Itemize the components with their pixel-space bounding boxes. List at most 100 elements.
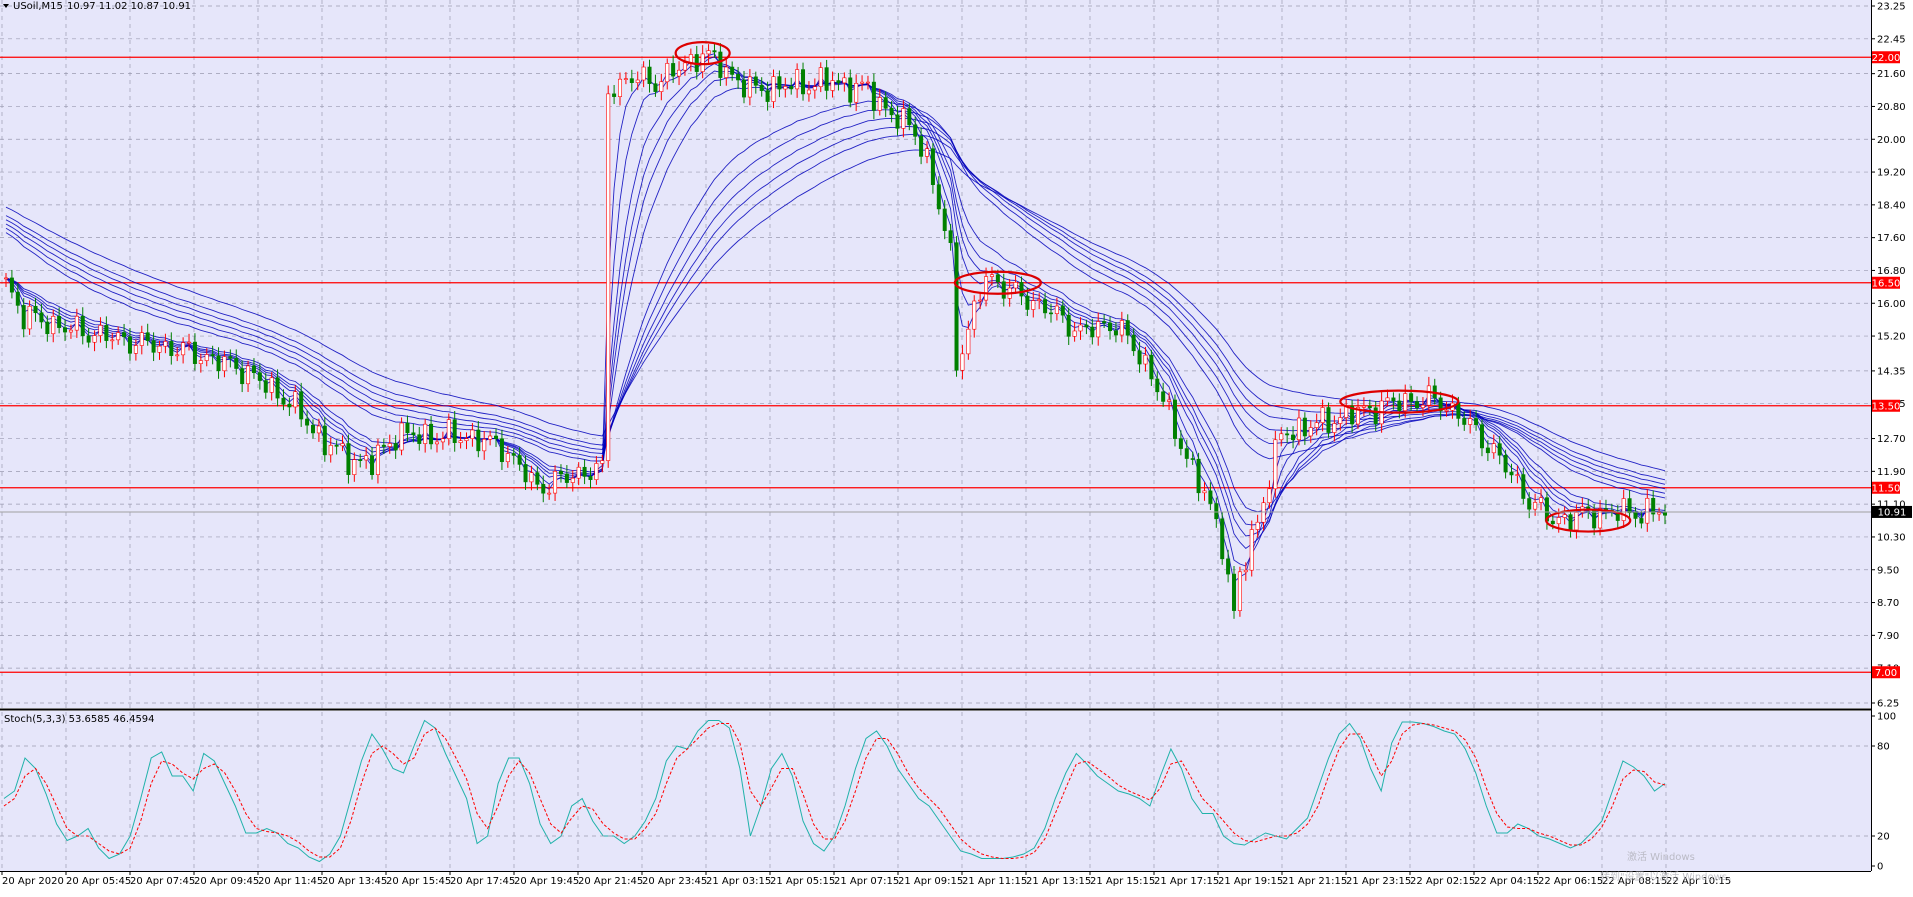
- candle-bear: [1367, 405, 1372, 409]
- candle-bull: [576, 466, 581, 479]
- time-tick-label: 21 Apr 23:15: [1346, 876, 1411, 887]
- time-tick-label: 22 Apr 04:15: [1474, 876, 1539, 887]
- candle-bear: [919, 136, 924, 157]
- candle-bull: [972, 300, 977, 330]
- candle-bear: [1415, 401, 1420, 408]
- candle-bull: [682, 62, 687, 71]
- candle-bull: [1444, 410, 1449, 412]
- candle-bear: [169, 341, 174, 356]
- price-tick-label: 16.80: [1877, 266, 1906, 277]
- price-tick-label: 6.25: [1877, 699, 1899, 710]
- candle-bear: [1131, 334, 1136, 352]
- candle-bull: [1645, 497, 1650, 524]
- candle-bull: [641, 66, 646, 81]
- candle-bull: [1054, 305, 1059, 314]
- candle-bear: [907, 108, 912, 126]
- candle-bear: [299, 391, 304, 420]
- activation-watermark-line2: 转到"设置"以激活 Windows。: [1600, 870, 1737, 883]
- time-tick-label: 20 Apr 15:45: [386, 876, 451, 887]
- candle-bear: [1102, 321, 1107, 324]
- price-tick-label: 21.60: [1877, 69, 1906, 80]
- candle-bull: [446, 419, 451, 440]
- stoch-plot-background: [0, 711, 1871, 871]
- time-tick-label: 20 Apr 13:45: [322, 876, 387, 887]
- candle-bull: [594, 463, 599, 480]
- price-tick-label: 12.70: [1877, 434, 1906, 445]
- candle-bull: [989, 274, 994, 277]
- candle-bear: [15, 291, 20, 306]
- candle-bear: [558, 470, 563, 475]
- candle-bear: [1291, 434, 1296, 441]
- candle-bear: [228, 356, 233, 359]
- candle-bear: [322, 425, 327, 456]
- candle-bear: [759, 85, 764, 91]
- candle-bull: [812, 86, 817, 91]
- candle-bull: [830, 80, 835, 91]
- level-tag-text: 11.50: [1872, 483, 1901, 494]
- price-tick-label: 17.60: [1877, 233, 1906, 244]
- candle-bear: [1485, 447, 1490, 454]
- candle-bear: [251, 365, 256, 373]
- candle-bear: [1232, 573, 1237, 611]
- candle-bull: [316, 425, 321, 434]
- candle-bear: [1627, 498, 1632, 514]
- price-tick-label: 22.45: [1877, 34, 1906, 45]
- candle-bull: [700, 53, 705, 72]
- activation-watermark-line1: 激活 Windows: [1627, 850, 1695, 863]
- candle-bear: [281, 397, 286, 405]
- candle-bull: [1243, 569, 1248, 573]
- candle-bull: [488, 435, 493, 440]
- candle-bear: [405, 422, 410, 434]
- candle-bear: [1025, 295, 1030, 310]
- candle-bull: [860, 81, 865, 84]
- candle-bear: [452, 419, 457, 443]
- time-tick-label: 22 Apr 06:15: [1538, 876, 1603, 887]
- time-tick-label: 21 Apr 13:15: [1026, 876, 1091, 887]
- candle-bear: [541, 484, 546, 494]
- candle-bull: [464, 438, 469, 441]
- candle-bull: [181, 342, 186, 356]
- stoch-tick-label: 100: [1877, 712, 1896, 723]
- time-tick-label: 20 Apr 19:45: [514, 876, 579, 887]
- candle-bull: [1621, 498, 1626, 521]
- candle-bear: [1497, 443, 1502, 456]
- candle-bull: [1096, 321, 1101, 338]
- candle-bear: [305, 418, 310, 426]
- candle-bull: [1657, 512, 1662, 515]
- chart-window[interactable]: 23.25 22.45 21.60 20.80 20.00 19.20 18.40 17.60…: [0, 0, 1913, 893]
- candle-bear: [523, 464, 528, 483]
- candle-bull: [600, 460, 605, 464]
- candle-bear: [1479, 424, 1484, 449]
- candle-bear: [848, 77, 853, 103]
- candle-bull: [1267, 488, 1272, 504]
- candle-bull: [139, 332, 144, 346]
- candle-bull: [1320, 407, 1325, 423]
- candle-bull: [187, 341, 192, 344]
- candle-bear: [1373, 407, 1378, 425]
- candle-bear: [1509, 471, 1514, 476]
- candle-bull: [618, 78, 623, 97]
- candle-bear: [1568, 514, 1573, 531]
- candle-bear: [1592, 509, 1597, 529]
- price-tick-label: 8.70: [1877, 598, 1899, 609]
- candle-bear: [275, 377, 280, 399]
- time-tick-label: 21 Apr 21:15: [1282, 876, 1347, 887]
- price-tick-label: 20.00: [1877, 135, 1906, 146]
- candle-bull: [966, 328, 971, 355]
- candle-bear: [765, 90, 770, 102]
- candle-bull: [665, 63, 670, 83]
- level-tag-text: 16.50: [1872, 278, 1901, 289]
- candle-bull: [434, 441, 439, 445]
- candle-bear: [33, 305, 38, 314]
- candle-bear: [753, 76, 758, 86]
- candle-bear: [240, 368, 245, 385]
- current-price-tag-text: 10.91: [1878, 507, 1907, 518]
- candle-bull: [1562, 514, 1567, 518]
- candle-bull: [854, 83, 859, 103]
- candle-bear: [1214, 503, 1219, 520]
- chart-canvas[interactable]: 23.25 22.45 21.60 20.80 20.00 19.20 18.40 17.60…: [0, 0, 1913, 893]
- candle-bear: [192, 341, 197, 364]
- candle-bear: [370, 455, 375, 475]
- candle-bull: [204, 354, 209, 361]
- candle-bull: [505, 453, 510, 463]
